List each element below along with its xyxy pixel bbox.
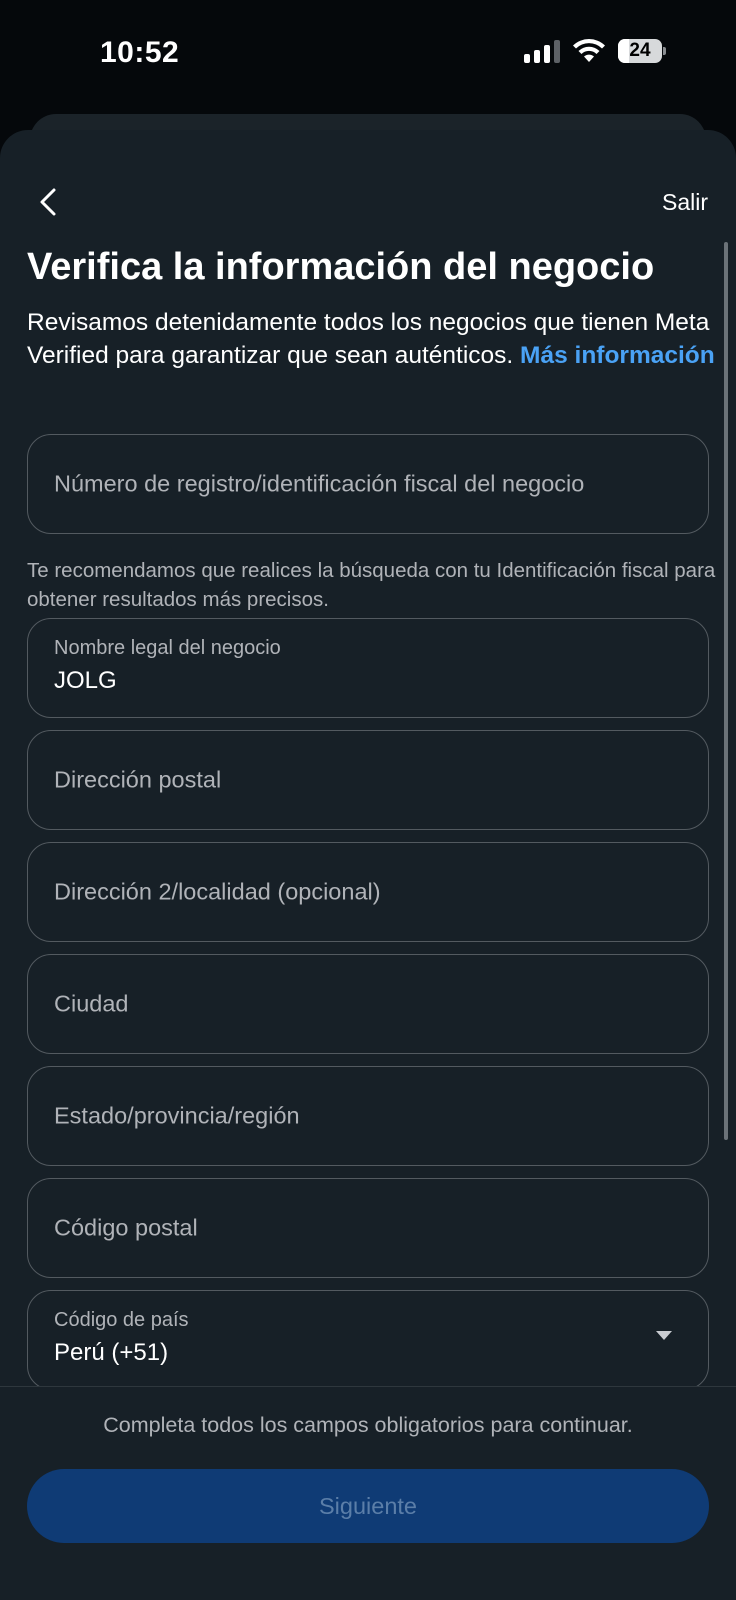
status-time: 10:52 <box>100 36 180 69</box>
dropdown-arrow-icon <box>656 1331 672 1340</box>
address2-placeholder: Dirección 2/localidad (opcional) <box>54 878 381 905</box>
legal-name-field[interactable]: Nombre legal del negocio JOLG <box>27 618 709 718</box>
country-code-value: Perú (+51) <box>54 1339 169 1366</box>
required-fields-note: Completa todos los campos obligatorios p… <box>103 1413 633 1437</box>
address-placeholder: Dirección postal <box>54 766 222 793</box>
postal-code-placeholder: Código postal <box>54 1214 198 1241</box>
address2-field[interactable]: Dirección 2/localidad (opcional) <box>27 842 709 942</box>
state-placeholder: Estado/provincia/región <box>54 1102 300 1129</box>
verification-sheet: Salir Verifica la información del negoci… <box>0 130 736 1600</box>
status-bar: 10:52 24 <box>0 0 736 110</box>
battery-level: 24 <box>629 40 651 61</box>
country-code-label: Código de país <box>54 1309 189 1331</box>
postal-code-field[interactable]: Código postal <box>27 1178 709 1278</box>
legal-name-label: Nombre legal del negocio <box>54 637 281 659</box>
address-field[interactable]: Dirección postal <box>27 730 709 830</box>
chevron-left-icon <box>40 188 56 216</box>
screen: 10:52 24 Salir Verifica la información d… <box>0 0 736 1600</box>
page-title: Verifica la información del negocio <box>27 246 655 288</box>
status-icons: 24 <box>524 38 666 64</box>
scrollbar[interactable] <box>724 242 728 1140</box>
footer: Completa todos los campos obligatorios p… <box>0 1386 736 1600</box>
exit-button[interactable]: Salir <box>662 182 708 222</box>
more-info-link[interactable]: Más información <box>520 342 715 369</box>
city-placeholder: Ciudad <box>54 990 129 1017</box>
battery-icon: 24 <box>618 39 666 63</box>
city-field[interactable]: Ciudad <box>27 954 709 1054</box>
legal-name-value: JOLG <box>54 667 117 694</box>
back-button[interactable] <box>28 182 68 222</box>
tax-id-hint: Te recomendamos que realices la búsqueda… <box>27 559 716 611</box>
next-button[interactable]: Siguiente <box>27 1469 709 1543</box>
tax-id-field[interactable]: Número de registro/identificación fiscal… <box>27 434 709 534</box>
state-field[interactable]: Estado/provincia/región <box>27 1066 709 1166</box>
page-description: Revisamos detenidamente todos los negoci… <box>27 306 717 372</box>
country-code-select[interactable]: Código de país Perú (+51) <box>27 1290 709 1390</box>
tax-id-placeholder: Número de registro/identificación fiscal… <box>54 470 585 497</box>
wifi-icon <box>573 39 605 62</box>
cellular-signal-icon <box>524 39 560 63</box>
